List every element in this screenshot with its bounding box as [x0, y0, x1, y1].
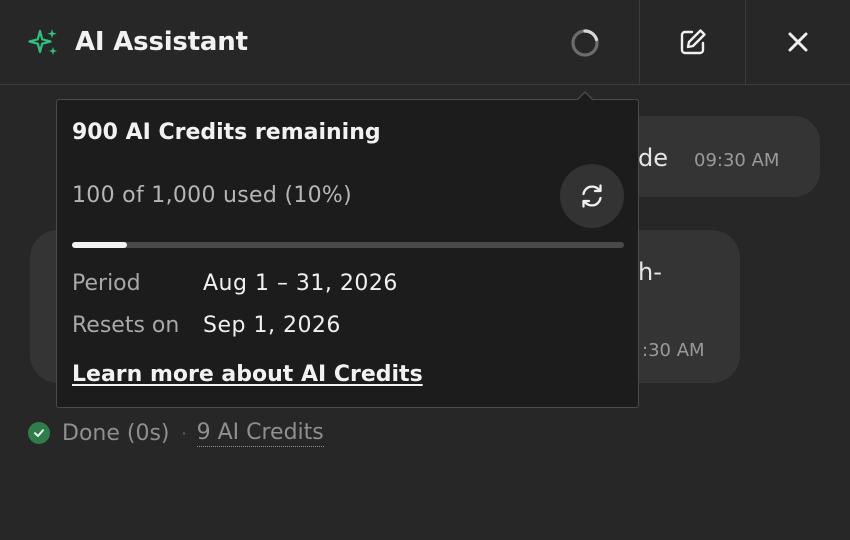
message-text: de [638, 144, 668, 172]
period-label: Period [72, 271, 141, 296]
usage-progress-fill [72, 242, 128, 248]
close-button[interactable] [746, 0, 850, 84]
message-time: :30 AM [642, 340, 705, 361]
message-time: 09:30 AM [694, 150, 780, 171]
learn-more-link[interactable]: Learn more about AI Credits [72, 362, 423, 387]
credits-used-link[interactable]: 9 AI Credits [196, 420, 324, 447]
status-label: Done (0s) [62, 420, 170, 446]
spinner-icon [571, 29, 599, 57]
sparkles-icon [28, 29, 57, 55]
response-status: Done (0s) · 9 AI Credits [28, 418, 324, 448]
header: AI Assistant [0, 0, 850, 85]
refresh-icon [582, 184, 602, 208]
app-title: AI Assistant [75, 27, 248, 57]
popover-caret-inner [577, 93, 593, 101]
resets-label: Resets on [72, 313, 180, 338]
new-chat-button[interactable] [640, 0, 745, 84]
message-text: h- [638, 258, 662, 286]
credits-remaining-title: 900 AI Credits remaining [72, 120, 381, 145]
status-separator: · [181, 423, 187, 443]
usage-progress-bar [72, 242, 624, 248]
edit-icon [680, 29, 706, 55]
credits-usage-text: 100 of 1,000 used (10%) [72, 183, 353, 208]
resets-value: Sep 1, 2026 [203, 313, 341, 338]
refresh-button[interactable] [560, 164, 624, 228]
close-icon [788, 32, 808, 52]
check-circle-icon [28, 422, 50, 444]
period-value: Aug 1 – 31, 2026 [203, 271, 398, 296]
credits-popover: 900 AI Credits remaining 100 of 1,000 us… [56, 99, 639, 408]
